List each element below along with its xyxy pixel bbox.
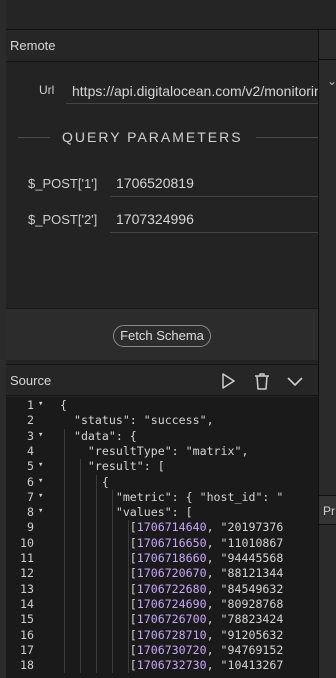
fold-toggle-icon[interactable]: ▾: [38, 506, 43, 516]
code-text: "result": [: [60, 459, 165, 474]
indent-guide: [112, 489, 113, 674]
param-row: $_POST['2'] 1707324996: [6, 204, 318, 234]
line-number: 11: [20, 551, 34, 565]
url-input[interactable]: https://api.digitalocean.com/v2/monitori…: [66, 78, 318, 104]
param-key: $_POST['2']: [28, 212, 98, 227]
line-number: 3: [27, 428, 34, 443]
line-number: 6: [27, 474, 34, 489]
line-number: 14: [20, 596, 34, 611]
indent-guide: [64, 428, 65, 674]
code-line: 8 ▾ "values": [: [6, 505, 318, 520]
url-row: Url https://api.digitalocean.com/v2/moni…: [6, 74, 318, 106]
divider: [18, 137, 50, 138]
param-key: $_POST['1']: [28, 176, 98, 191]
indent-guide: [128, 520, 129, 674]
query-parameters-title: QUERY PARAMETERS: [62, 129, 243, 145]
source-section-header[interactable]: Source: [6, 364, 318, 396]
code-text: [1706724690, "80928768: [60, 596, 284, 611]
code-line: 2 "status": "success",: [6, 413, 318, 428]
line-number: 17: [20, 642, 34, 657]
code-text: [1706726700, "78823424: [60, 612, 284, 627]
code-line: 5 ▾ "result": [: [6, 459, 318, 474]
param-row: $_POST['1'] 1706520819: [6, 168, 318, 198]
line-number: 4: [27, 443, 34, 458]
code-text: "data": {: [60, 428, 137, 443]
right-panel-edge[interactable]: ⌄ Pr: [318, 30, 336, 678]
line-number: 2: [27, 413, 34, 428]
fold-toggle-icon[interactable]: ▾: [38, 491, 43, 501]
source-code-editor[interactable]: 1 ▾{2 "status": "success", 3 ▾ "data": {4 "…: [6, 397, 318, 678]
line-number: 16: [20, 627, 34, 642]
chevron-down-icon[interactable]: [285, 371, 305, 391]
param-value-input[interactable]: 1706520819: [110, 169, 318, 197]
code-text: [1706718660, "94445568: [60, 551, 284, 565]
url-label: Url: [39, 83, 55, 97]
line-number: 15: [20, 612, 34, 627]
code-line: 12 [1706720670, "88121344: [6, 566, 318, 581]
code-line: 4 "resultType": "matrix",: [6, 444, 318, 459]
line-number: 10: [20, 535, 34, 550]
code-text: [1706730720, "94769152: [60, 642, 284, 657]
code-text: [1706714640, "20197376: [60, 520, 284, 535]
play-icon[interactable]: [218, 371, 238, 391]
code-line: 1 ▾ {: [6, 398, 318, 413]
code-line: 18 [1706732730, "10413267: [6, 658, 318, 673]
line-number: 1: [27, 398, 34, 412]
code-line: 14 [1706724690, "80928768: [6, 597, 318, 612]
code-text: "metric": { "host_id": ": [60, 489, 284, 504]
code-line: 11 [1706718660, "94445568: [6, 551, 318, 566]
code-line: 15 [1706726700, "78823424: [6, 612, 318, 627]
line-number: 18: [20, 658, 34, 673]
remote-section-header[interactable]: Remote: [6, 30, 318, 62]
source-title: Source: [10, 373, 52, 388]
fetch-schema-button[interactable]: Fetch Schema: [113, 325, 211, 347]
fetch-toolbar: Fetch Schema: [6, 308, 318, 360]
fold-toggle-icon[interactable]: ▾: [38, 460, 43, 470]
trash-icon[interactable]: [252, 371, 272, 391]
code-text: {: [60, 398, 67, 412]
code-text: "status": "success",: [60, 413, 214, 428]
code-line: 16 [1706728710, "91205632: [6, 628, 318, 643]
indent-guide: [80, 459, 81, 674]
code-text: [1706722680, "84549632: [60, 581, 284, 596]
divider: [256, 137, 318, 138]
fold-toggle-icon[interactable]: ▾: [38, 430, 43, 440]
line-number: 8: [27, 505, 34, 520]
line-number: 12: [20, 566, 34, 581]
query-parameters-heading: QUERY PARAMETERS: [6, 126, 318, 150]
right-panel-tab[interactable]: Pr: [319, 495, 336, 525]
fold-toggle-icon[interactable]: ▾: [38, 399, 43, 409]
chevron-down-icon[interactable]: ⌄: [327, 74, 336, 88]
code-line: 7 ▾ "metric": { "host_id": ": [6, 490, 318, 505]
line-number: 9: [27, 520, 34, 535]
code-line: 13 [1706722680, "84549632: [6, 582, 318, 597]
line-number: 7: [27, 489, 34, 504]
remote-panel: Remote Url https://api.digitalocean.com/…: [6, 30, 318, 678]
code-line: 9 [1706714640, "20197376: [6, 520, 318, 535]
code-text: [1706732730, "10413267: [60, 658, 284, 673]
top-bar: [0, 0, 336, 30]
line-number: 13: [20, 581, 34, 596]
code-text: [1706716650, "11010867: [60, 535, 284, 550]
line-number: 5: [27, 459, 34, 474]
code-text: "resultType": "matrix",: [60, 443, 249, 458]
code-text: {: [60, 474, 109, 489]
code-line: 6 ▾ {: [6, 475, 318, 490]
right-panel-header: [319, 30, 336, 60]
code-line: 17 [1706730720, "94769152: [6, 643, 318, 658]
indent-guide: [96, 474, 97, 674]
fold-toggle-icon[interactable]: ▾: [38, 476, 43, 486]
code-line: 3 ▾ "data": {: [6, 429, 318, 444]
code-text: [1706728710, "91205632: [60, 627, 284, 642]
param-value-input[interactable]: 1707324996: [110, 205, 318, 233]
code-text: [1706720670, "88121344: [60, 566, 284, 581]
code-line: 10 [1706716650, "11010867: [6, 536, 318, 551]
